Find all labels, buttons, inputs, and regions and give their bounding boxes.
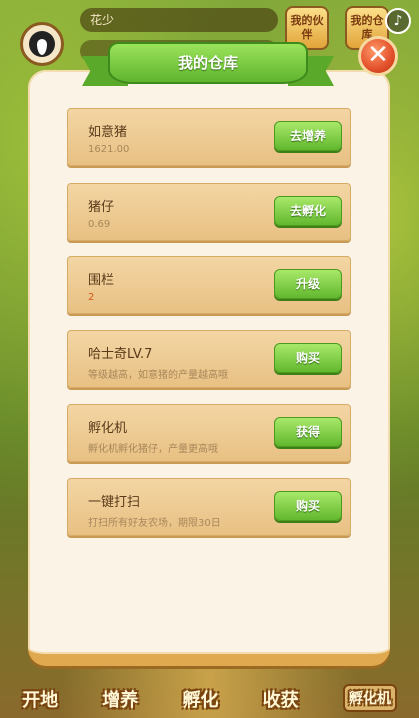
dialog-title: 我的仓库 (108, 42, 308, 84)
player-name: 花少 (80, 8, 278, 32)
item-description: 打扫所有好友农场，期限30日 (88, 518, 221, 529)
nav-incubator[interactable]: 孵化机 (342, 684, 397, 712)
list-item: 一键打扫 打扫所有好友农场，期限30日 购买 (67, 478, 351, 536)
item-description: 等级越高，如意猪的产量越高哦 (88, 370, 228, 381)
list-item: 如意猪 1621.00 去增养 (67, 108, 351, 166)
dialog-title-ribbon: 我的仓库 (82, 42, 334, 92)
close-icon[interactable]: ✕ (358, 36, 398, 76)
item-title: 围栏 (88, 273, 115, 288)
item-value: 0.69 (88, 219, 111, 230)
nav-harvest[interactable]: 收获 (263, 686, 299, 712)
nav-raise[interactable]: 增养 (102, 686, 138, 712)
nav-open-land[interactable]: 开地 (22, 686, 58, 712)
upgrade-button[interactable]: 升级 (274, 269, 342, 299)
go-hatch-button[interactable]: 去孵化 (274, 196, 342, 226)
item-title: 哈士奇LV.7 (88, 347, 153, 362)
nav-hatch[interactable]: 孵化 (182, 686, 218, 712)
list-item: 哈士奇LV.7 等级越高，如意猪的产量越高哦 购买 (67, 330, 351, 388)
buy-button[interactable]: 购买 (274, 343, 342, 373)
item-value: 1621.00 (88, 144, 130, 155)
bottom-nav: 开地 增养 孵化 收获 孵化机 (0, 658, 419, 718)
item-value: 2 (88, 292, 95, 303)
list-item: 孵化机 孵化机孵化猪仔，产量更高哦 获得 (67, 404, 351, 462)
music-note-icon[interactable]: ♪ (385, 8, 411, 34)
item-title: 孵化机 (88, 421, 128, 436)
go-raise-button[interactable]: 去增养 (274, 121, 342, 151)
buy-button[interactable]: 购买 (274, 491, 342, 521)
item-title: 如意猪 (88, 125, 128, 140)
item-title: 一键打扫 (88, 495, 141, 510)
list-item: 猪仔 0.69 去孵化 (67, 183, 351, 241)
avatar[interactable] (20, 22, 64, 66)
obtain-button[interactable]: 获得 (274, 417, 342, 447)
item-title: 猪仔 (88, 200, 115, 215)
list-item: 围栏 2 升级 (67, 256, 351, 314)
item-description: 孵化机孵化猪仔，产量更高哦 (88, 444, 218, 455)
